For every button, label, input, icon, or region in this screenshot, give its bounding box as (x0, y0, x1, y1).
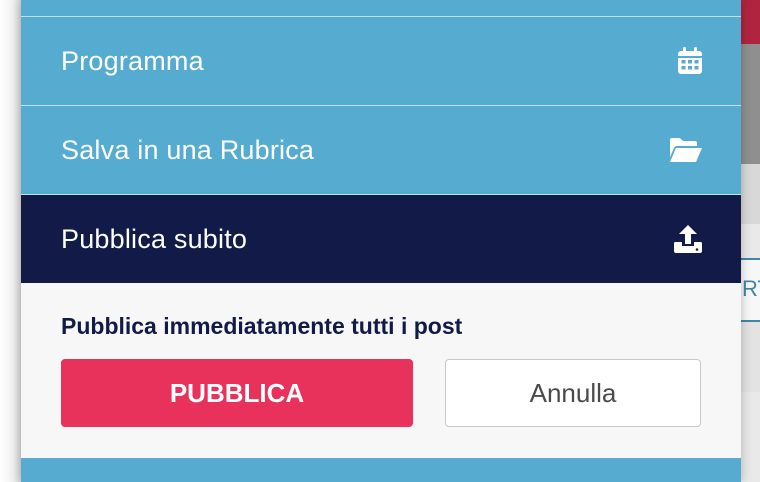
publish-confirmation: Pubblica immediatamente tutti i post PUB… (21, 283, 741, 458)
menu-item-top-partial[interactable] (21, 0, 741, 16)
action-panel: Programma Salva in una Rubrica Pubblica … (21, 0, 741, 482)
calendar-icon (677, 47, 703, 75)
upload-icon (673, 224, 703, 254)
background-overlay-block (741, 44, 760, 164)
menu-item-label: Salva in una Rubrica (61, 134, 315, 165)
publish-button[interactable]: PUBBLICA (61, 359, 413, 427)
menu-item-pubblica-subito[interactable]: Pubblica subito (21, 195, 741, 283)
left-shadow-strip (0, 0, 21, 482)
screen: RT Programma (0, 0, 760, 482)
menu-item-label: Programma (61, 45, 204, 76)
background-section (741, 164, 760, 224)
menu-item-label: Pubblica subito (61, 223, 248, 254)
menu-item-programma[interactable]: Programma (21, 17, 741, 105)
menu-item-salva-rubrica[interactable]: Salva in una Rubrica (21, 106, 741, 194)
confirmation-message: Pubblica immediatamente tutti i post (61, 313, 463, 339)
background-section-lower (741, 322, 760, 392)
cancel-button[interactable]: Annulla (445, 359, 701, 427)
folder-open-icon (669, 137, 703, 163)
menu-item-bottom-partial[interactable] (21, 458, 741, 482)
background-button-text: RT (742, 276, 760, 301)
background-header-bar (741, 0, 760, 44)
